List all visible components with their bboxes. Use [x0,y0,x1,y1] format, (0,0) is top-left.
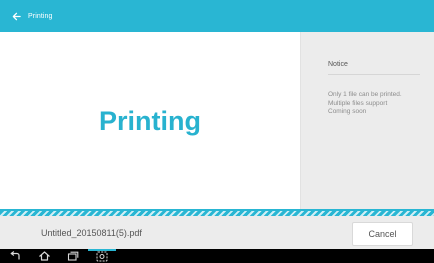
print-status-area: Printing [0,32,300,209]
back-arrow-icon[interactable] [9,9,23,23]
notice-panel: Notice Only 1 file can be printed. Multi… [300,32,434,209]
screenshot-icon[interactable] [93,249,111,263]
app-bar-title: Printing [28,12,53,20]
notice-heading: Notice [328,61,348,68]
cancel-button[interactable]: Cancel [352,222,413,246]
notice-body: Only 1 file can be printed. Multiple fil… [328,91,428,117]
notice-divider [328,74,420,75]
indeterminate-progress-bar [0,209,434,216]
footer-bar: Untitled_20150811(5).pdf Cancel [0,216,434,249]
recent-apps-icon[interactable] [64,249,82,263]
system-navigation-bar [0,249,434,263]
file-name: Untitled_20150811(5).pdf [41,228,142,238]
back-icon[interactable] [6,249,24,263]
notice-line-3: Coming soon [328,108,367,115]
home-icon[interactable] [35,249,53,263]
notice-line-2: Multiple files support [328,99,388,107]
app-bar: Printing [0,0,434,32]
print-status-text: Printing [99,106,201,136]
notice-line-1: Only 1 file can be printed. [328,91,402,98]
